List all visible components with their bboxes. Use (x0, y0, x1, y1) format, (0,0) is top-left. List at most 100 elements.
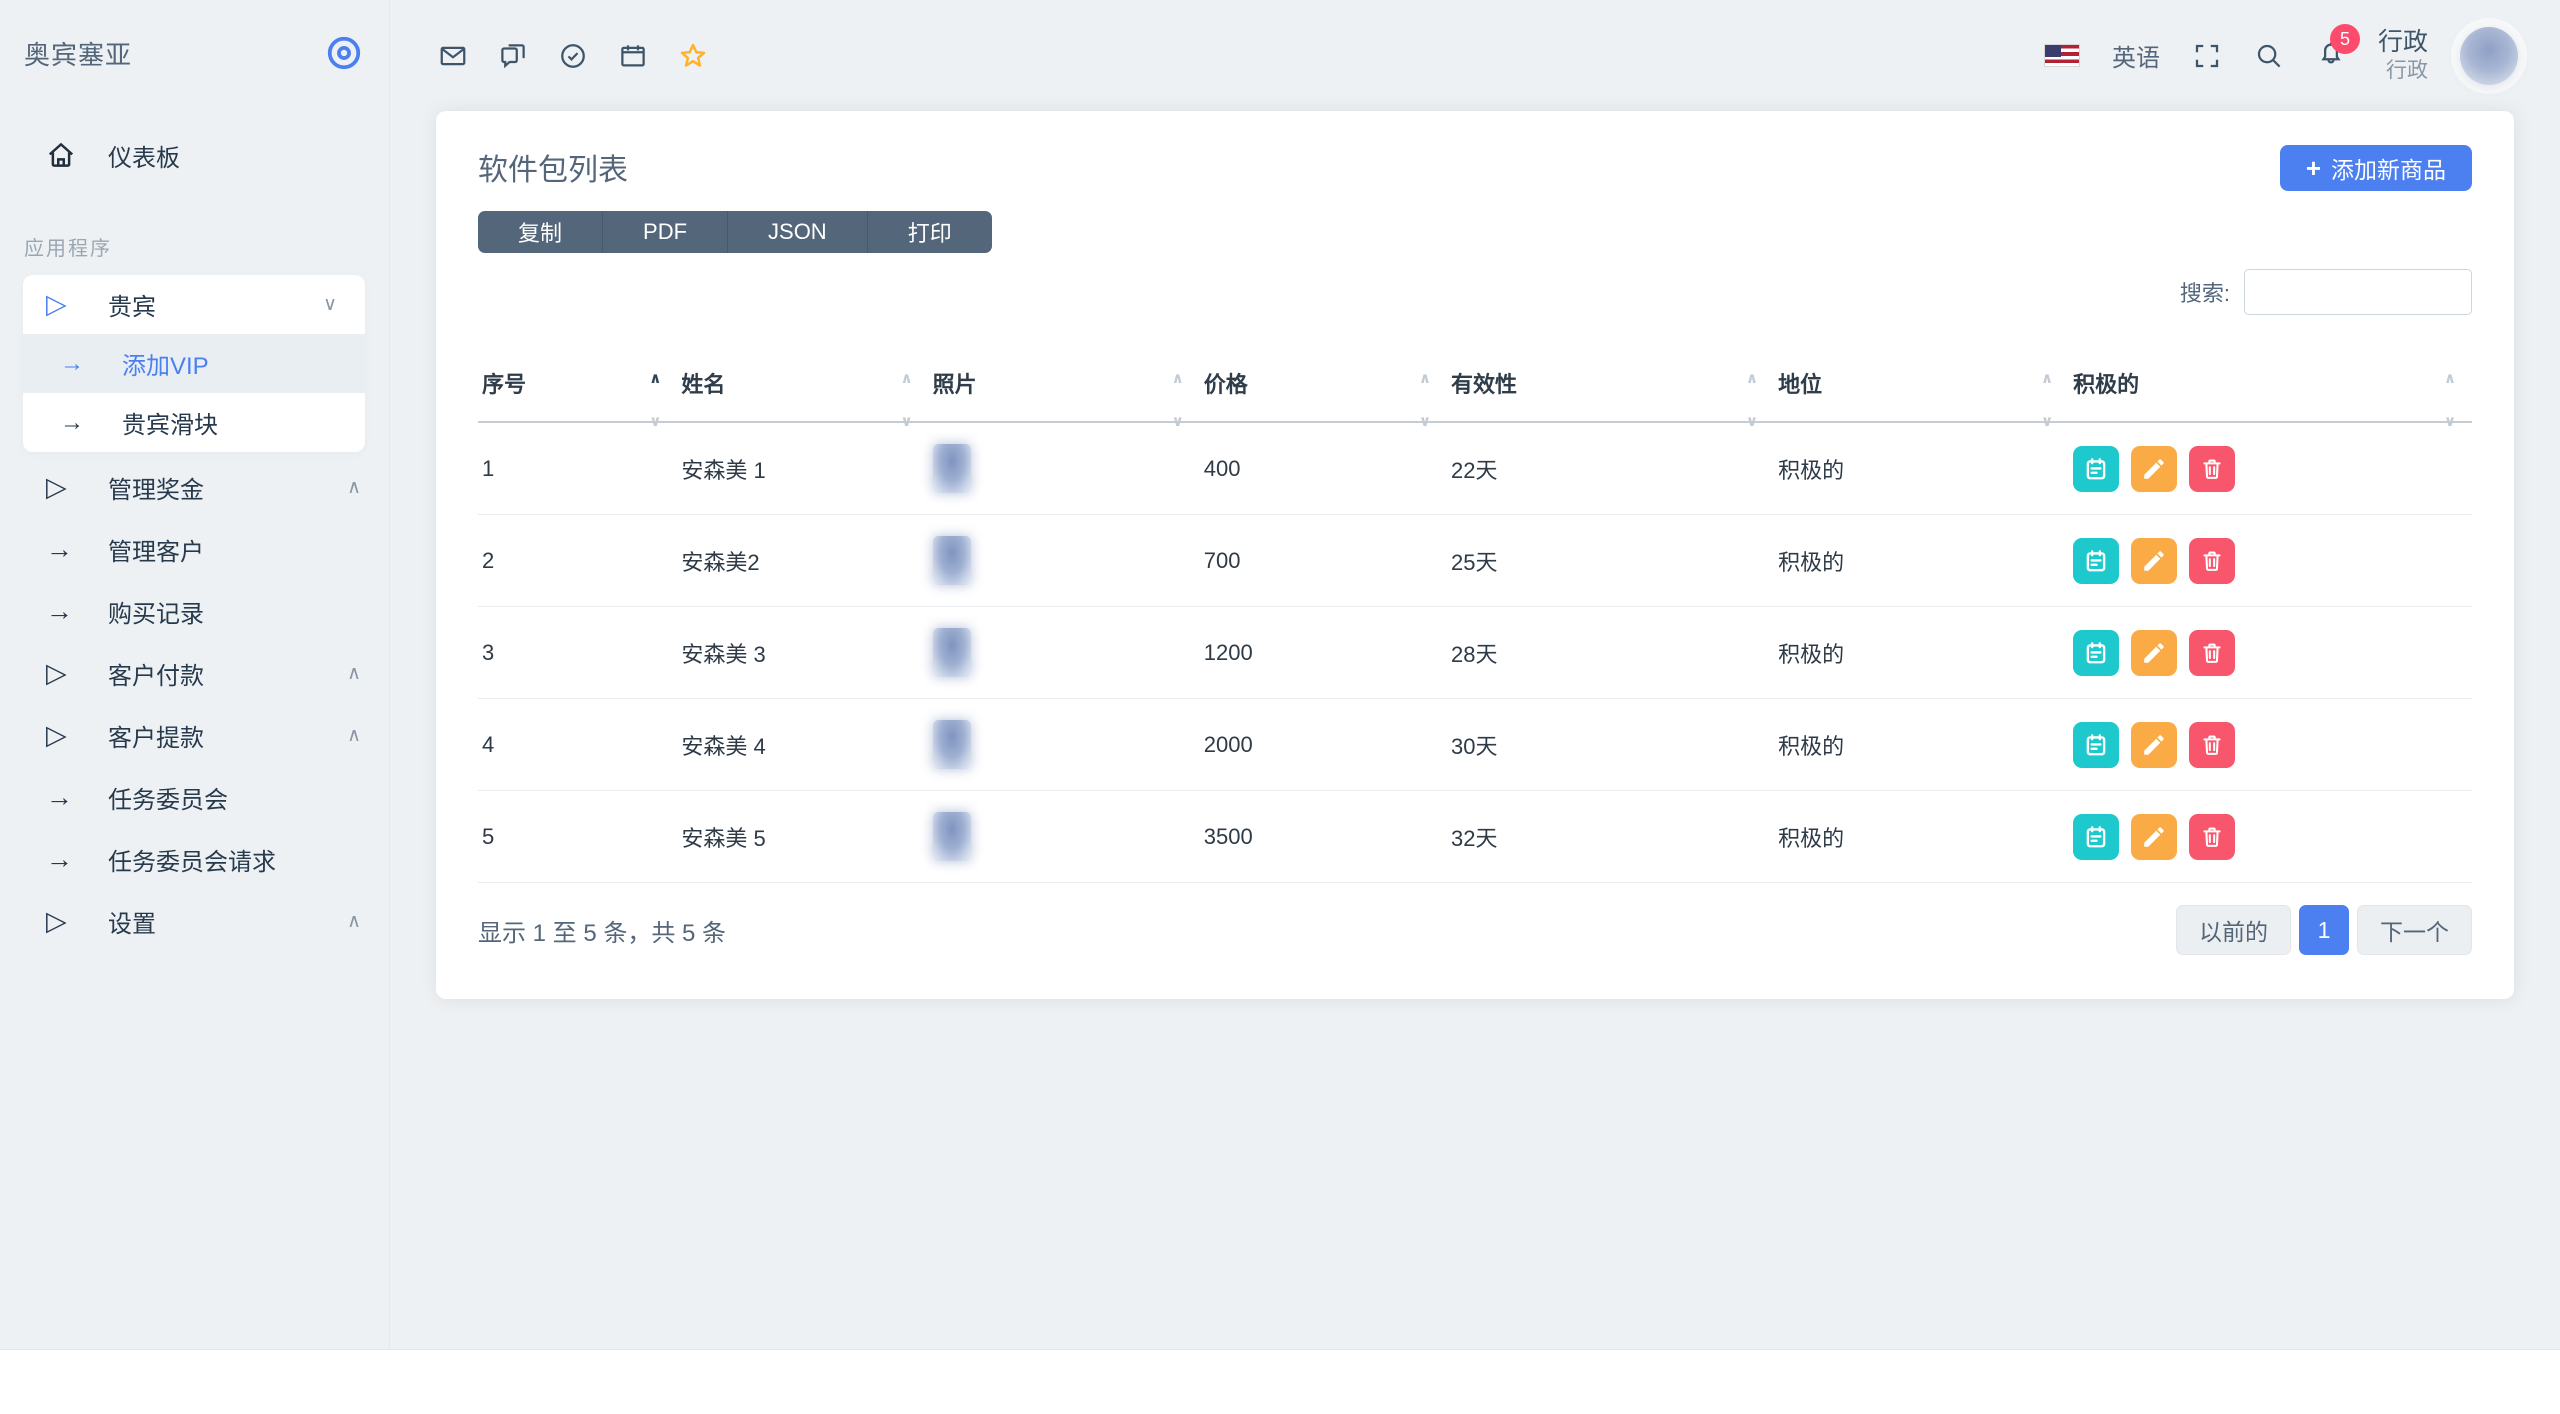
avatar[interactable] (2460, 26, 2518, 85)
column-header-status[interactable]: 地位 ∧ ∨ (1774, 349, 2070, 430)
copy-button[interactable]: 复制 (478, 211, 604, 253)
edit-button[interactable] (2131, 629, 2178, 676)
chevron-up-icon: ∧ (347, 476, 361, 498)
page-title: 软件包列表 (478, 154, 628, 187)
cell-price: 400 (1199, 422, 1448, 515)
cell-validity: 30天 (1447, 698, 1775, 791)
chevron-up-icon: ∧ (347, 724, 361, 746)
column-header-photo[interactable]: 照片 ∧ ∨ (928, 349, 1200, 430)
next-page-button[interactable]: 下一个 (2357, 905, 2472, 955)
delete-button[interactable] (2189, 445, 2236, 492)
sidebar-item-vip-slider[interactable]: → 贵宾滑块 (23, 393, 365, 452)
sidebar-item-vip[interactable]: ▷ 贵宾 ∨ (23, 275, 365, 334)
sidebar-item-label: 管理奖金 (108, 476, 204, 504)
sidebar-item-purchase-history[interactable]: → 购买记录 (0, 580, 389, 642)
language-label[interactable]: 英语 (2112, 38, 2160, 73)
app-shell: 奥宾塞亚 仪表板 应用程序 ▷ 贵宾 ∨ → 添加VIP → 贵宾滑块 ▷ 管理… (0, 0, 2560, 1349)
column-header-active[interactable]: 积极的 ∧ ∨ (2069, 349, 2472, 430)
mail-icon[interactable] (438, 41, 468, 71)
details-button[interactable] (2073, 445, 2120, 492)
edit-button[interactable] (2131, 445, 2178, 492)
cell-name: 安森美 4 (677, 698, 929, 791)
sidebar-item-customer-payments[interactable]: ▷ 客户付款 ∧ (0, 642, 389, 704)
search-label: 搜索: (2179, 281, 2230, 306)
sidebar-item-dashboard[interactable]: 仪表板 (0, 124, 389, 186)
cell-price: 3500 (1199, 790, 1448, 883)
column-header-serial[interactable]: 序号 ∧ ∨ (478, 349, 678, 430)
cell-validity: 22天 (1447, 422, 1775, 515)
sort-asc-icon: ∧ (2040, 370, 2054, 387)
sort-desc-icon: ∨ (1745, 413, 1759, 430)
cell-serial: 3 (478, 606, 678, 699)
sidebar-item-manage-customers[interactable]: → 管理客户 (0, 518, 389, 580)
search-icon[interactable] (2254, 41, 2284, 71)
delete-button[interactable] (2189, 629, 2236, 676)
sidebar-item-add-vip[interactable]: → 添加VIP (23, 334, 365, 393)
sidebar-item-task-committee[interactable]: → 任务委员会 (0, 766, 389, 828)
page-1-button[interactable]: 1 (2299, 905, 2349, 955)
triangle-icon: ▷ (46, 289, 67, 319)
package-photo (932, 444, 971, 493)
sidebar: 奥宾塞亚 仪表板 应用程序 ▷ 贵宾 ∨ → 添加VIP → 贵宾滑块 ▷ 管理… (0, 0, 390, 1349)
edit-button[interactable] (2131, 721, 2178, 768)
sidebar-group-vip: ▷ 贵宾 ∨ → 添加VIP → 贵宾滑块 (23, 275, 365, 452)
chevron-up-icon: ∧ (347, 662, 361, 684)
add-button-label: 添加新商品 (2331, 157, 2446, 183)
edit-button[interactable] (2131, 537, 2178, 584)
sort-asc-icon: ∧ (1171, 370, 1184, 387)
row-actions (2073, 537, 2472, 584)
cell-status: 积极的 (1774, 422, 2070, 515)
column-header-price[interactable]: 价格 ∧ ∨ (1199, 349, 1448, 430)
details-button[interactable] (2073, 813, 2120, 860)
details-button[interactable] (2073, 721, 2120, 768)
sidebar-item-customer-withdrawals[interactable]: ▷ 客户提款 ∧ (0, 704, 389, 766)
delete-button[interactable] (2189, 721, 2236, 768)
user-menu[interactable]: 行政 行政 (2378, 27, 2428, 85)
cell-name: 安森美2 (677, 514, 929, 607)
json-button[interactable]: JSON (728, 211, 868, 253)
target-icon[interactable] (325, 34, 363, 72)
sidebar-item-manage-bonus[interactable]: ▷ 管理奖金 ∧ (0, 456, 389, 518)
delete-button[interactable] (2189, 813, 2236, 860)
details-button[interactable] (2073, 629, 2120, 676)
fullscreen-icon[interactable] (2192, 41, 2222, 71)
card-head: 软件包列表 + 添加新商品 (478, 145, 2472, 191)
arrow-icon: → (46, 533, 73, 564)
previous-page-button[interactable]: 以前的 (2176, 905, 2291, 955)
sidebar-item-task-committee-requests[interactable]: → 任务委员会请求 (0, 828, 389, 890)
arrow-icon: → (46, 595, 73, 626)
brand-name[interactable]: 奥宾塞亚 (24, 35, 132, 72)
print-button[interactable]: 打印 (867, 211, 992, 253)
cell-name: 安森美 5 (677, 790, 929, 883)
delete-button[interactable] (2189, 537, 2236, 584)
search-input[interactable] (2244, 269, 2472, 315)
arrow-icon: → (46, 781, 73, 812)
sidebar-item-settings[interactable]: ▷ 设置 ∧ (0, 890, 389, 952)
row-actions (2073, 813, 2472, 860)
cell-validity: 28天 (1447, 606, 1775, 699)
pdf-button[interactable]: PDF (603, 211, 729, 253)
chevron-up-icon: ∧ (347, 910, 361, 932)
sort-desc-icon: ∨ (2040, 413, 2054, 430)
brand: 奥宾塞亚 (0, 34, 389, 72)
check-circle-icon[interactable] (558, 41, 588, 71)
sidebar-item-label: 贵宾 (108, 294, 156, 321)
add-new-product-button[interactable]: + 添加新商品 (2279, 145, 2472, 191)
column-header-name[interactable]: 姓名 ∧ ∨ (677, 349, 929, 430)
notifications[interactable]: 5 (2316, 24, 2360, 73)
sort-asc-icon: ∧ (900, 370, 913, 387)
flag-us-icon[interactable] (2043, 44, 2080, 67)
calendar-icon[interactable] (618, 41, 648, 71)
packages-table: 序号 ∧ ∨ 姓名 ∧ ∨ 照片 ∧ ∨ 价格 ∧ ∨ 有效性 ∧ ∨ 地位 ∧ ∨ 积极的 ∧ ∨ 1 安… (478, 349, 2472, 883)
column-header-validity[interactable]: 有效性 ∧ ∨ (1447, 349, 1775, 430)
edit-button[interactable] (2131, 813, 2178, 860)
cell-serial: 1 (478, 422, 678, 515)
details-button[interactable] (2073, 537, 2120, 584)
star-icon[interactable] (678, 41, 708, 71)
page-footer (0, 1349, 2560, 1414)
sidebar-item-label: 客户提款 (108, 724, 204, 752)
sort-desc-icon: ∨ (2443, 413, 2456, 430)
package-photo (932, 720, 971, 769)
chat-icon[interactable] (498, 41, 528, 71)
sort-asc-icon: ∧ (649, 370, 662, 387)
